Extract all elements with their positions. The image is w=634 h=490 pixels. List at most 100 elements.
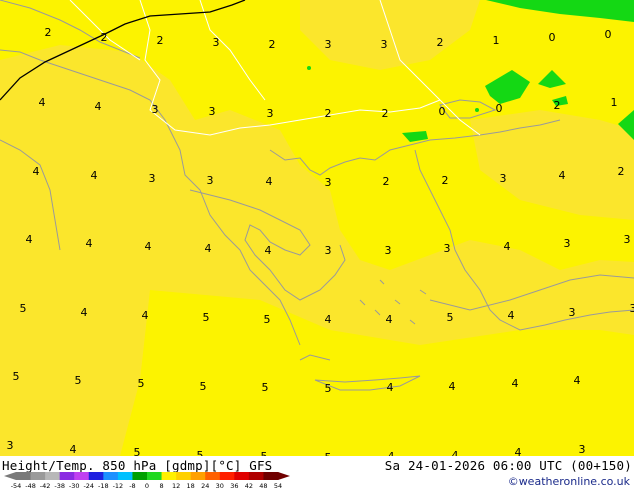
scale-tick-label: -12 [113, 482, 124, 490]
value-label: 4 [39, 96, 46, 109]
value-label: 4 [205, 242, 212, 255]
value-label: 5 [264, 313, 271, 326]
value-label: 3 [267, 107, 274, 120]
value-label: 2 [618, 165, 625, 178]
value-label: 2 [382, 107, 389, 120]
scale-swatch [16, 472, 32, 480]
scale-swatch [219, 472, 235, 480]
scale-swatch [248, 472, 264, 480]
value-label: 4 [449, 380, 456, 393]
value-label: 3 [325, 176, 332, 189]
value-label: 3 [444, 242, 451, 255]
value-label: 4 [574, 374, 581, 387]
scale-swatch [234, 472, 250, 480]
value-label: 5 [262, 381, 269, 394]
value-label: 2 [383, 175, 390, 188]
value-label: 4 [26, 233, 33, 246]
value-label: 5 [20, 302, 27, 315]
scale-tick-label: -42 [40, 482, 51, 490]
map-footer: Height/Temp. 850 hPa [gdmp][°C] GFS Sa 2… [0, 456, 634, 490]
scale-tick-label: -18 [98, 482, 109, 490]
value-label: 4 [508, 309, 515, 322]
scale-tick-label: 30 [216, 482, 224, 490]
value-label: 4 [559, 169, 566, 182]
scale-swatch [176, 472, 192, 480]
scale-swatch [59, 472, 75, 480]
value-label: 5 [13, 370, 20, 383]
scale-tick-label: 54 [274, 482, 282, 490]
color-scale-bars [4, 472, 290, 480]
value-label: 4 [70, 443, 77, 456]
value-label: 5 [200, 380, 207, 393]
value-label: 3 [500, 172, 507, 185]
value-label: 4 [91, 169, 98, 182]
scale-tick-label: 8 [159, 482, 163, 490]
cold-spot [307, 66, 311, 70]
value-label: 0 [496, 102, 503, 115]
value-label: 0 [549, 31, 556, 44]
scale-tick-label: 42 [245, 482, 253, 490]
scale-tick-label: -48 [25, 482, 36, 490]
value-label: 4 [387, 381, 394, 394]
value-label: 2 [157, 34, 164, 47]
scale-swatch [88, 472, 104, 480]
scale-arrow-right [278, 472, 290, 480]
value-label: 5 [447, 311, 454, 324]
value-label: 3 [149, 172, 156, 185]
map-title: Height/Temp. 850 hPa [gdmp][°C] GFS [2, 458, 273, 473]
scale-tick-label: 0 [145, 482, 149, 490]
color-scale-ticks: -54 -48 -42 -38 -30 -24 -18 -12 -8 0 8 12 18 24 30 36 42… [11, 482, 282, 490]
value-label: 3 [564, 237, 571, 250]
scale-arrow-left [4, 472, 16, 480]
scale-tick-label: -38 [54, 482, 65, 490]
value-label: 4 [33, 165, 40, 178]
scale-swatch [45, 472, 61, 480]
scale-tick-label: -24 [83, 482, 94, 490]
value-label: 3 [385, 244, 392, 257]
valid-time: Sa 24-01-2026 06:00 UTC (00+150) [384, 458, 632, 473]
value-label: 2 [269, 38, 276, 51]
value-label: 4 [515, 446, 522, 456]
scale-swatch [132, 472, 148, 480]
value-label: 0 [439, 105, 446, 118]
scale-tick-label: 12 [172, 482, 180, 490]
scale-swatch [263, 472, 279, 480]
value-label: 3 [213, 36, 220, 49]
value-label: 4 [386, 313, 393, 326]
value-label: 4 [86, 237, 93, 250]
scale-tick-label: 18 [187, 482, 195, 490]
value-label: 2 [554, 99, 561, 112]
value-label: 3 [630, 302, 634, 315]
value-label: 4 [266, 175, 273, 188]
scale-tick-label: -54 [11, 482, 22, 490]
scale-tick-label: 48 [259, 482, 267, 490]
weather-map: 2 2 2 3 2 3 3 2 1 0 0 4 4 3 3 3 2 2 0 0 2 1 4 4 3 3 4 3 2 2 3 4 2 4 4 4 4 4 3 3… [0, 0, 634, 456]
scale-swatch [161, 472, 177, 480]
map-canvas: 2 2 2 3 2 3 3 2 1 0 0 4 4 3 3 3 2 2 0 0 2 1 4 4 3 3 4 3 2 2 3 4 2 4 4 4 4 4 3 3… [0, 0, 634, 456]
scale-swatch [190, 472, 206, 480]
value-label: 0 [605, 28, 612, 41]
value-label: 3 [152, 103, 159, 116]
value-label: 2 [325, 107, 332, 120]
scale-swatch [103, 472, 119, 480]
value-label: 2 [101, 31, 108, 44]
value-label: 5 [134, 446, 141, 456]
credit-link[interactable]: ©weatheronline.co.uk [508, 475, 630, 488]
scale-swatch [205, 472, 221, 480]
value-label: 3 [569, 306, 576, 319]
value-label: 4 [504, 240, 511, 253]
scale-tick-label: 36 [230, 482, 238, 490]
value-label: 5 [197, 449, 204, 456]
value-label: 2 [442, 174, 449, 187]
value-label: 5 [203, 311, 210, 324]
value-label: 5 [138, 377, 145, 390]
value-label: 2 [437, 36, 444, 49]
value-label: 1 [611, 96, 618, 109]
value-label: 4 [95, 100, 102, 113]
scale-swatch [30, 472, 46, 480]
value-label: 3 [207, 174, 214, 187]
value-label: 3 [579, 443, 586, 456]
value-label: 3 [325, 244, 332, 257]
value-label: 4 [512, 377, 519, 390]
color-scale: -54 -48 -42 -38 -30 -24 -18 -12 -8 0 8 12 18 24 30 36 42… [4, 472, 290, 490]
